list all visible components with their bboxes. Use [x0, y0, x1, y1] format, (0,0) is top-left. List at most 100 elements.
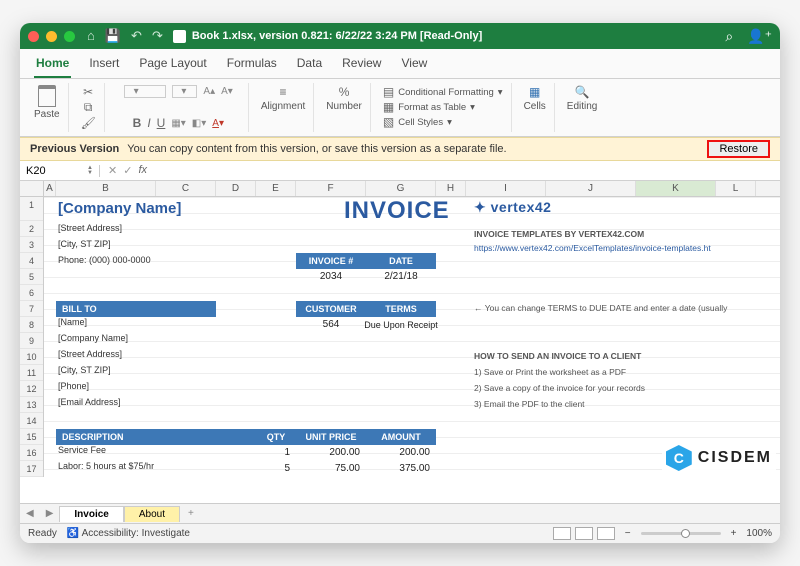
cell-desc-hdr[interactable]: DESCRIPTION: [56, 429, 256, 445]
close-window-button[interactable]: [28, 31, 39, 42]
copy-icon[interactable]: ⧉: [84, 100, 93, 115]
tab-review[interactable]: Review: [340, 52, 383, 78]
row-16[interactable]: 16: [20, 445, 43, 461]
cell-line2-amt[interactable]: 375.00: [366, 461, 436, 477]
row-13[interactable]: 13: [20, 397, 43, 413]
zoom-slider[interactable]: [641, 532, 721, 535]
col-j[interactable]: J: [546, 181, 636, 196]
cell-bill-street[interactable]: [Street Address]: [58, 349, 122, 359]
cell-bill-company[interactable]: [Company Name]: [58, 333, 128, 343]
conditional-formatting-button[interactable]: ▤Conditional Formatting ▾: [383, 85, 503, 99]
cell-terms[interactable]: Due Upon Receipt: [354, 317, 448, 333]
row-5[interactable]: 5: [20, 269, 43, 285]
home-icon[interactable]: ⌂: [87, 28, 95, 44]
cell-templates-title[interactable]: INVOICE TEMPLATES BY VERTEX42.COM: [474, 229, 644, 239]
font-select[interactable]: ▾: [124, 85, 166, 98]
accept-formula-icon[interactable]: ✓: [123, 164, 132, 177]
cell-invoice-title[interactable]: INVOICE: [344, 197, 450, 225]
cell-city[interactable]: [City, ST ZIP]: [58, 239, 111, 249]
row-2[interactable]: 2: [20, 221, 43, 237]
view-page-layout-button[interactable]: [575, 527, 593, 540]
row-11[interactable]: 11: [20, 365, 43, 381]
number-button[interactable]: % Number: [326, 85, 362, 112]
decrease-font-icon[interactable]: A▾: [221, 86, 233, 97]
cell-invoice-no-hdr[interactable]: INVOICE #: [296, 253, 366, 269]
cell-phone[interactable]: Phone: (000) 000-0000: [58, 255, 151, 265]
format-as-table-button[interactable]: ▦Format as Table ▾: [383, 100, 503, 114]
cell-invoice-no[interactable]: 2034: [296, 269, 366, 285]
cell-line2-desc[interactable]: Labor: 5 hours at $75/hr: [58, 461, 154, 471]
zoom-out-button[interactable]: −: [625, 528, 631, 539]
cell-unit-hdr[interactable]: UNIT PRICE: [296, 429, 366, 445]
cut-icon[interactable]: ✂: [83, 85, 93, 99]
cell-line1-qty[interactable]: 1: [256, 445, 296, 461]
bold-icon[interactable]: B: [133, 116, 142, 130]
col-e[interactable]: E: [256, 181, 296, 196]
row-10[interactable]: 10: [20, 349, 43, 365]
paste-button[interactable]: Paste: [34, 85, 60, 120]
editing-button[interactable]: 🔍 Editing: [567, 85, 598, 112]
tab-insert[interactable]: Insert: [87, 52, 121, 78]
col-c[interactable]: C: [156, 181, 216, 196]
view-normal-button[interactable]: [553, 527, 571, 540]
redo-icon[interactable]: ↷: [152, 28, 163, 44]
cell-date-hdr[interactable]: DATE: [366, 253, 436, 269]
cancel-formula-icon[interactable]: ✕: [108, 164, 117, 177]
col-k[interactable]: K: [636, 181, 716, 196]
name-box[interactable]: K20 ▲▼: [20, 165, 100, 177]
cell-custid-hdr[interactable]: CUSTOMER ID: [296, 301, 366, 317]
add-sheet-button[interactable]: +: [180, 508, 202, 519]
cell-howto3[interactable]: 3) Email the PDF to the client: [474, 399, 585, 409]
sheet-tab-about[interactable]: About: [124, 506, 180, 522]
zoom-window-button[interactable]: [64, 31, 75, 42]
cell-line2-qty[interactable]: 5: [256, 461, 296, 477]
col-a[interactable]: A: [44, 181, 56, 196]
row-15[interactable]: 15: [20, 429, 43, 445]
increase-font-icon[interactable]: A▴: [203, 86, 215, 97]
font-color-icon[interactable]: A▾: [212, 118, 224, 129]
col-h[interactable]: H: [436, 181, 466, 196]
cell-templates-url[interactable]: https://www.vertex42.com/ExcelTemplates/…: [474, 243, 711, 253]
cell-street[interactable]: [Street Address]: [58, 223, 122, 233]
row-4[interactable]: 4: [20, 253, 43, 269]
italic-icon[interactable]: I: [147, 116, 150, 130]
col-i[interactable]: I: [466, 181, 546, 196]
fx-icon[interactable]: fx: [138, 164, 147, 177]
spreadsheet-grid[interactable]: A B C D E F G H I J K L 1 2 3 4 5 6 7 8 …: [20, 181, 780, 503]
cell-howto2[interactable]: 2) Save a copy of the invoice for your r…: [474, 383, 645, 393]
cell-qty-hdr[interactable]: QTY: [256, 429, 296, 445]
tab-formulas[interactable]: Formulas: [225, 52, 279, 78]
status-accessibility[interactable]: ♿ Accessibility: Investigate: [67, 528, 190, 539]
cell-terms-hdr[interactable]: TERMS: [366, 301, 436, 317]
search-icon[interactable]: ⌕: [725, 28, 733, 45]
cell-line1-unit[interactable]: 200.00: [296, 445, 366, 461]
zoom-in-button[interactable]: +: [731, 528, 737, 539]
underline-icon[interactable]: U: [157, 116, 166, 130]
name-box-stepper[interactable]: ▲▼: [87, 166, 93, 176]
sheet-next-icon[interactable]: ▶: [40, 508, 60, 519]
tab-view[interactable]: View: [399, 52, 429, 78]
cell-amount-hdr[interactable]: AMOUNT: [366, 429, 436, 445]
row-12[interactable]: 12: [20, 381, 43, 397]
cell-company-name[interactable]: [Company Name]: [58, 200, 181, 217]
row-17[interactable]: 17: [20, 461, 43, 477]
col-d[interactable]: D: [216, 181, 256, 196]
cell-bill-phone[interactable]: [Phone]: [58, 381, 89, 391]
cell-billto-hdr[interactable]: BILL TO: [56, 301, 216, 317]
col-b[interactable]: B: [56, 181, 156, 196]
col-f[interactable]: F: [296, 181, 366, 196]
cell-line1-desc[interactable]: Service Fee: [58, 445, 106, 455]
format-painter-icon[interactable]: 🖌: [81, 116, 96, 130]
row-8[interactable]: 8: [20, 317, 43, 333]
border-icon[interactable]: ▦▾: [171, 118, 185, 129]
col-g[interactable]: G: [366, 181, 436, 196]
font-size-select[interactable]: ▾: [172, 85, 198, 98]
cell-bill-name[interactable]: [Name]: [58, 317, 87, 327]
cell-bill-email[interactable]: [Email Address]: [58, 397, 121, 407]
share-icon[interactable]: 👤⁺: [747, 28, 772, 45]
cell-date[interactable]: 2/21/18: [366, 269, 436, 285]
fill-color-icon[interactable]: ◧▾: [192, 118, 206, 129]
col-l[interactable]: L: [716, 181, 756, 196]
cells-area[interactable]: [Company Name] [Street Address] [City, S…: [44, 197, 780, 477]
zoom-value[interactable]: 100%: [746, 528, 772, 539]
